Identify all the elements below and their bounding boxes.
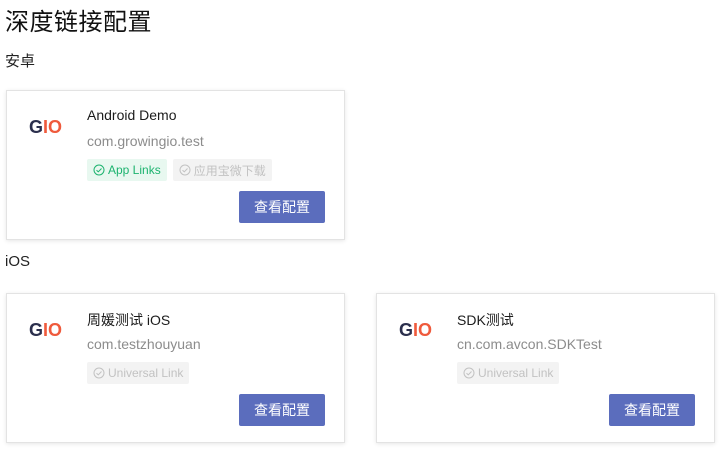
logo-io: IO	[413, 320, 432, 340]
app-card-android-demo: G IO Android Demo com.growingio.test App…	[6, 90, 345, 240]
link-tags: Universal Link	[87, 362, 190, 384]
view-config-button[interactable]: 查看配置	[609, 394, 695, 426]
tag-app-links: App Links	[87, 159, 167, 181]
app-name: 周媛测试 iOS	[87, 312, 171, 328]
app-card-zhouyuan-ios: G IO 周媛测试 iOS com.testzhouyuan Universal…	[6, 293, 345, 443]
app-package: cn.com.avcon.SDKTest	[457, 336, 602, 352]
view-config-button[interactable]: 查看配置	[239, 394, 325, 426]
logo-io: IO	[43, 117, 62, 137]
gio-logo: G IO	[29, 320, 62, 340]
logo-g: G	[29, 320, 43, 340]
view-config-button[interactable]: 查看配置	[239, 191, 325, 223]
app-package: com.growingio.test	[87, 133, 204, 149]
tag-label: App Links	[108, 163, 161, 177]
tag-label: Universal Link	[478, 366, 554, 380]
app-card-sdk-test: G IO SDK测试 cn.com.avcon.SDKTest Universa…	[376, 293, 715, 443]
link-tags: Universal Link	[457, 362, 560, 384]
logo-io: IO	[43, 320, 62, 340]
logo-g: G	[29, 117, 43, 137]
gio-logo: G IO	[29, 117, 62, 137]
link-tags: App Links 应用宝微下载	[87, 159, 272, 181]
page-title: 深度链接配置	[5, 9, 152, 36]
section-title-android: 安卓	[5, 53, 36, 70]
gio-logo: G IO	[399, 320, 432, 340]
tag-universal-link: Universal Link	[87, 362, 190, 384]
tag-yingyongbao: 应用宝微下载	[172, 159, 272, 181]
tag-label: 应用宝微下载	[193, 163, 266, 178]
tag-label: Universal Link	[108, 366, 184, 380]
check-circle-icon	[93, 164, 105, 176]
app-name: SDK测试	[457, 312, 514, 328]
check-circle-icon	[179, 164, 191, 176]
check-circle-icon	[93, 367, 105, 379]
tag-universal-link: Universal Link	[457, 362, 560, 384]
check-circle-icon	[463, 367, 475, 379]
app-package: com.testzhouyuan	[87, 336, 201, 352]
section-title-ios: iOS	[5, 253, 31, 270]
logo-g: G	[399, 320, 413, 340]
app-name: Android Demo	[87, 107, 177, 123]
